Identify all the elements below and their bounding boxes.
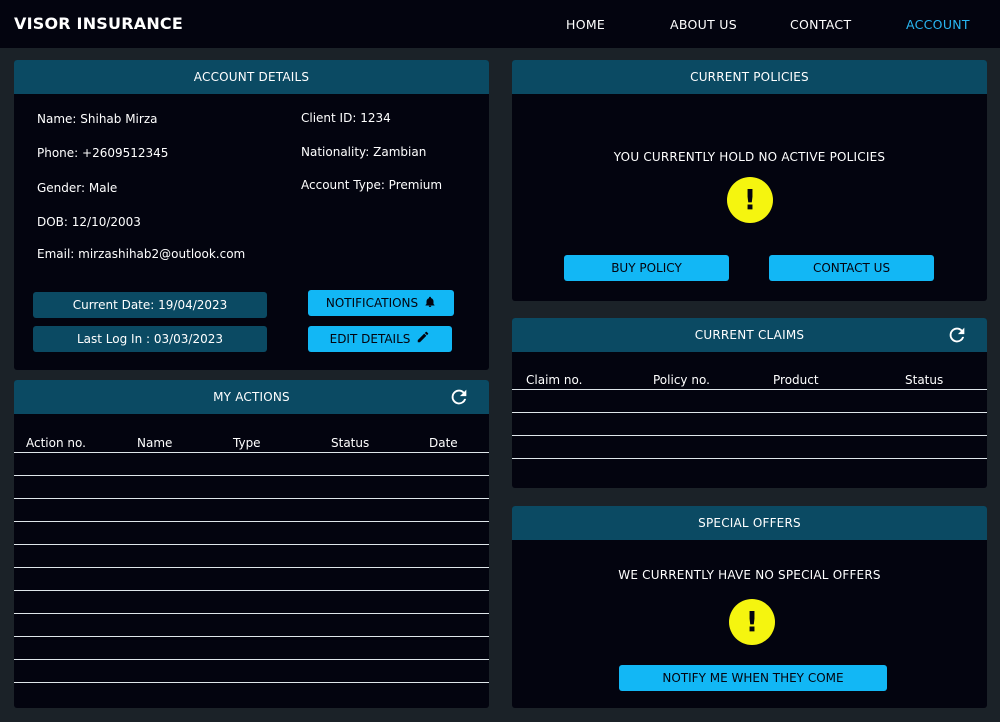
claims-col-product: Product [773,373,819,387]
nav-about-link[interactable]: ABOUT US [670,17,737,32]
account-nationality: Nationality: Zambian [301,145,427,159]
current-policies-title: CURRENT POLICIES [512,60,987,94]
account-type: Account Type: Premium [301,178,443,192]
last-login-badge: Last Log In : 03/03/2023 [33,326,267,352]
nav-home-link[interactable]: HOME [566,17,605,32]
table-row-divider [14,636,489,637]
notify-me-button[interactable]: NOTIFY ME WHEN THEY COME [619,665,887,691]
my-actions-panel: MY ACTIONS Action no. Name Type Status D… [14,380,489,708]
actions-col-date: Date [429,436,458,450]
no-policies-message: YOU CURRENTLY HOLD NO ACTIVE POLICIES [613,150,886,164]
nav-contact-link[interactable]: CONTACT [790,17,851,32]
warning-icon: ! [729,599,775,645]
contact-us-button[interactable]: CONTACT US [769,255,934,281]
claims-col-claim-no: Claim no. [526,373,583,387]
account-client-id: Client ID: 1234 [301,111,391,125]
table-row-divider [14,590,489,591]
account-email: Email: mirzashihab2@outlook.com [37,247,246,261]
current-claims-title: CURRENT CLAIMS [512,318,987,352]
no-offers-message: WE CURRENTLY HAVE NO SPECIAL OFFERS [618,568,881,582]
special-offers-panel: SPECIAL OFFERS WE CURRENTLY HAVE NO SPEC… [512,506,987,708]
bell-icon [424,291,436,317]
table-row-divider [14,613,489,614]
top-nav: VISOR INSURANCE HOME ABOUT US CONTACT AC… [0,0,1000,48]
notifications-label: NOTIFICATIONS [325,296,419,310]
my-actions-title: MY ACTIONS [14,380,489,414]
nav-account-link[interactable]: ACCOUNT [906,17,970,32]
account-gender: Gender: Male [37,181,118,195]
claims-col-policy-no: Policy no. [653,373,710,387]
refresh-claims-icon[interactable] [946,324,968,346]
actions-col-action-no: Action no. [26,436,86,450]
refresh-actions-icon[interactable] [448,386,470,408]
table-row-divider [14,544,489,545]
table-row-divider [14,498,489,499]
warning-icon: ! [727,177,773,223]
table-row-divider [512,458,987,459]
claims-col-status: Status [905,373,944,387]
table-row-divider [512,412,987,413]
current-claims-panel: CURRENT CLAIMS Claim no. Policy no. Prod… [512,318,987,488]
special-offers-title: SPECIAL OFFERS [512,506,987,540]
current-policies-panel: CURRENT POLICIES YOU CURRENTLY HOLD NO A… [512,60,987,301]
edit-details-button[interactable]: EDIT DETAILS [308,326,452,352]
table-row-divider [14,567,489,568]
notifications-button[interactable]: NOTIFICATIONS [308,290,454,316]
account-dob: DOB: 12/10/2003 [37,215,141,229]
account-details-title: ACCOUNT DETAILS [14,60,489,94]
actions-col-status: Status [331,436,370,450]
table-row-divider [14,521,489,522]
table-row-divider [14,452,489,453]
table-row-divider [512,435,987,436]
table-row-divider [14,659,489,660]
account-name: Name: Shihab Mirza [37,112,158,126]
brand-logo-text: VISOR INSURANCE [14,14,183,33]
table-row-divider [512,389,987,390]
table-row-divider [14,475,489,476]
buy-policy-button[interactable]: BUY POLICY [564,255,729,281]
actions-col-name: Name [137,436,173,450]
account-phone: Phone: +2609512345 [37,146,169,160]
account-details-panel: ACCOUNT DETAILS Name: Shihab Mirza Phone… [14,60,489,370]
edit-details-label: EDIT DETAILS [329,332,411,346]
current-date-badge: Current Date: 19/04/2023 [33,292,267,318]
table-row-divider [14,682,489,683]
actions-col-type: Type [233,436,261,450]
pencil-icon [416,327,430,353]
